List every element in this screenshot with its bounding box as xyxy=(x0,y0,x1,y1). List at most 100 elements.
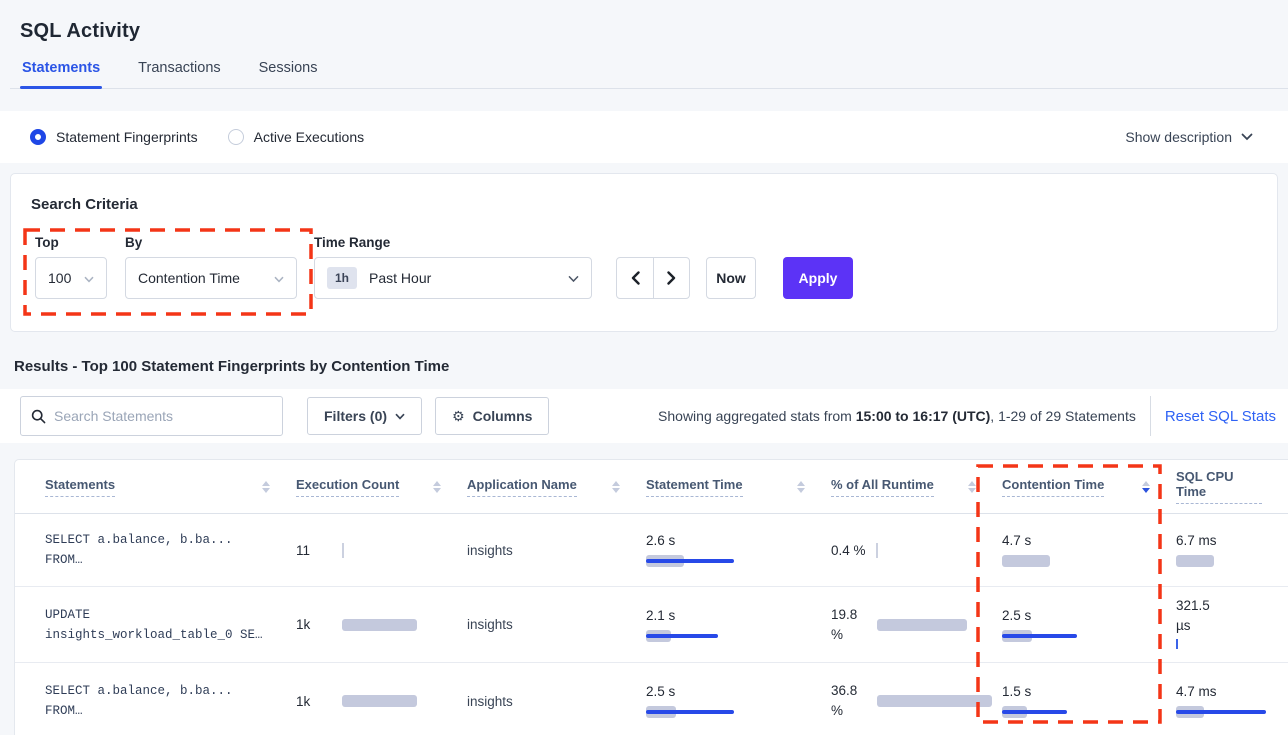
search-criteria-card: Search Criteria Top 100 By Contention Ti… xyxy=(10,173,1278,332)
sql-cpu-time-cell: 6.7 ms xyxy=(1176,533,1288,567)
apply-button[interactable]: Apply xyxy=(783,257,853,299)
top-field-group: Top 100 xyxy=(35,235,107,299)
statement-fingerprint-link[interactable]: UPDATEinsights_workload_table_0 SE… xyxy=(45,605,296,645)
bar-blue-line xyxy=(646,710,734,714)
search-statements-box[interactable] xyxy=(20,396,283,436)
chevron-left-icon xyxy=(631,271,640,285)
bar-gray xyxy=(877,619,967,631)
stats-summary: Showing aggregated stats from 15:00 to 1… xyxy=(658,408,1136,424)
sort-icon[interactable] xyxy=(797,481,805,493)
bar-gray xyxy=(342,619,417,631)
tab-sessions[interactable]: Sessions xyxy=(257,60,320,88)
column-header-application-name[interactable]: Application Name xyxy=(467,477,646,497)
sort-icon[interactable] xyxy=(612,481,620,493)
statement-time-cell: 2.1 s xyxy=(646,608,831,642)
pct-runtime-cell: 19.8 % xyxy=(831,605,1002,645)
bar-blue-line xyxy=(646,559,734,563)
table-row[interactable]: SELECT a.balance, b.ba...FROM… 1k insigh… xyxy=(15,663,1288,735)
filters-button[interactable]: Filters (0) xyxy=(307,397,422,435)
column-header-contention-time[interactable]: Contention Time xyxy=(1002,477,1176,497)
column-header-statements[interactable]: Statements xyxy=(45,477,296,497)
sort-icon[interactable] xyxy=(262,481,270,493)
chevron-down-icon xyxy=(84,270,94,286)
top-select-value: 100 xyxy=(48,270,71,286)
toolbar-divider xyxy=(1150,396,1151,436)
table-header-row: Statements Execution Count Application N… xyxy=(15,460,1288,514)
search-criteria-title: Search Criteria xyxy=(31,196,1257,213)
bar-tick xyxy=(876,543,878,558)
chevron-down-icon xyxy=(1241,133,1253,141)
bar-blue-line xyxy=(1002,710,1067,714)
radio-label: Statement Fingerprints xyxy=(56,129,198,145)
gear-icon: ⚙ xyxy=(452,409,465,423)
contention-time-cell: 2.5 s xyxy=(1002,608,1176,642)
tab-transactions[interactable]: Transactions xyxy=(136,60,222,88)
execution-count-cell: 1k xyxy=(296,694,467,709)
bar-blue-line xyxy=(1176,710,1266,714)
filters-label: Filters (0) xyxy=(324,408,387,424)
chevron-down-icon xyxy=(568,270,579,286)
pct-runtime-cell: 36.8 % xyxy=(831,681,1002,721)
contention-time-cell: 4.7 s xyxy=(1002,533,1176,567)
top-field-label: Top xyxy=(35,235,107,250)
statement-fingerprint-link[interactable]: SELECT a.balance, b.ba...FROM… xyxy=(45,530,296,570)
next-time-button[interactable] xyxy=(653,258,689,298)
pct-runtime-cell: 0.4 % xyxy=(831,543,1002,558)
chevron-down-icon xyxy=(395,413,405,420)
time-range-badge: 1h xyxy=(327,267,357,289)
sql-activity-page: SQL Activity Statements Transactions Ses… xyxy=(0,0,1288,735)
by-field-label: By xyxy=(125,235,297,250)
by-field-group: By Contention Time xyxy=(125,235,297,299)
results-toolbar: Filters (0) ⚙ Columns Showing aggregated… xyxy=(0,389,1288,443)
column-header-execution-count[interactable]: Execution Count xyxy=(296,477,467,497)
search-criteria-form: Top 100 By Contention Time Time Range 1h… xyxy=(31,235,1257,299)
radio-unselected-icon[interactable] xyxy=(228,129,244,145)
application-name-cell: insights xyxy=(467,694,646,709)
page-header: SQL Activity Statements Transactions Ses… xyxy=(0,0,1288,89)
show-description-toggle[interactable]: Show description xyxy=(1125,129,1253,145)
statement-fingerprint-link[interactable]: SELECT a.balance, b.ba...FROM… xyxy=(45,681,296,721)
radio-active-executions[interactable]: Active Executions xyxy=(228,129,365,145)
by-select[interactable]: Contention Time xyxy=(125,257,297,299)
column-header-statement-time[interactable]: Statement Time xyxy=(646,477,831,497)
previous-time-button[interactable] xyxy=(617,258,653,298)
search-icon xyxy=(31,409,46,424)
statement-time-cell: 2.6 s xyxy=(646,533,831,567)
radio-statement-fingerprints[interactable]: Statement Fingerprints xyxy=(30,129,198,145)
search-statements-input[interactable] xyxy=(54,408,272,424)
application-name-cell: insights xyxy=(467,543,646,558)
tab-statements[interactable]: Statements xyxy=(20,60,102,88)
application-name-cell: insights xyxy=(467,617,646,632)
time-range-label: Time Range xyxy=(314,235,592,250)
execution-count-cell: 11 xyxy=(296,543,467,558)
bar-blue-line xyxy=(646,634,718,638)
bar-gray xyxy=(1002,555,1050,567)
time-range-value: Past Hour xyxy=(369,270,431,286)
reset-sql-stats-link[interactable]: Reset SQL Stats xyxy=(1165,408,1278,425)
top-select[interactable]: 100 xyxy=(35,257,107,299)
sort-icon[interactable] xyxy=(968,481,976,493)
bar-tick xyxy=(342,543,344,558)
execution-count-cell: 1k xyxy=(296,617,467,632)
sql-cpu-time-cell: 321.5 µs xyxy=(1176,596,1288,654)
bar-gray xyxy=(342,695,417,707)
column-header-sql-cpu-time[interactable]: SQL CPU Time xyxy=(1176,469,1288,504)
bar-tick-blue xyxy=(1176,639,1178,649)
statement-time-cell: 2.5 s xyxy=(646,684,831,718)
columns-button[interactable]: ⚙ Columns xyxy=(435,397,549,435)
table-row[interactable]: UPDATEinsights_workload_table_0 SE… 1k i… xyxy=(15,587,1288,663)
column-header-pct-runtime[interactable]: % of All Runtime xyxy=(831,477,1002,497)
radio-selected-icon[interactable] xyxy=(30,129,46,145)
bar-gray xyxy=(1176,555,1214,567)
sort-icon-active-desc[interactable] xyxy=(1142,481,1150,493)
view-mode-band: Statement Fingerprints Active Executions… xyxy=(0,111,1288,163)
time-range-select[interactable]: 1h Past Hour xyxy=(314,257,592,299)
table-row[interactable]: SELECT a.balance, b.ba...FROM… 11 insigh… xyxy=(15,514,1288,587)
page-title: SQL Activity xyxy=(20,20,1268,43)
contention-time-cell: 1.5 s xyxy=(1002,684,1176,718)
sort-icon[interactable] xyxy=(433,481,441,493)
bar-blue-line xyxy=(1002,634,1077,638)
now-button[interactable]: Now xyxy=(706,257,756,299)
chevron-down-icon xyxy=(274,270,284,286)
show-description-label: Show description xyxy=(1125,129,1232,145)
